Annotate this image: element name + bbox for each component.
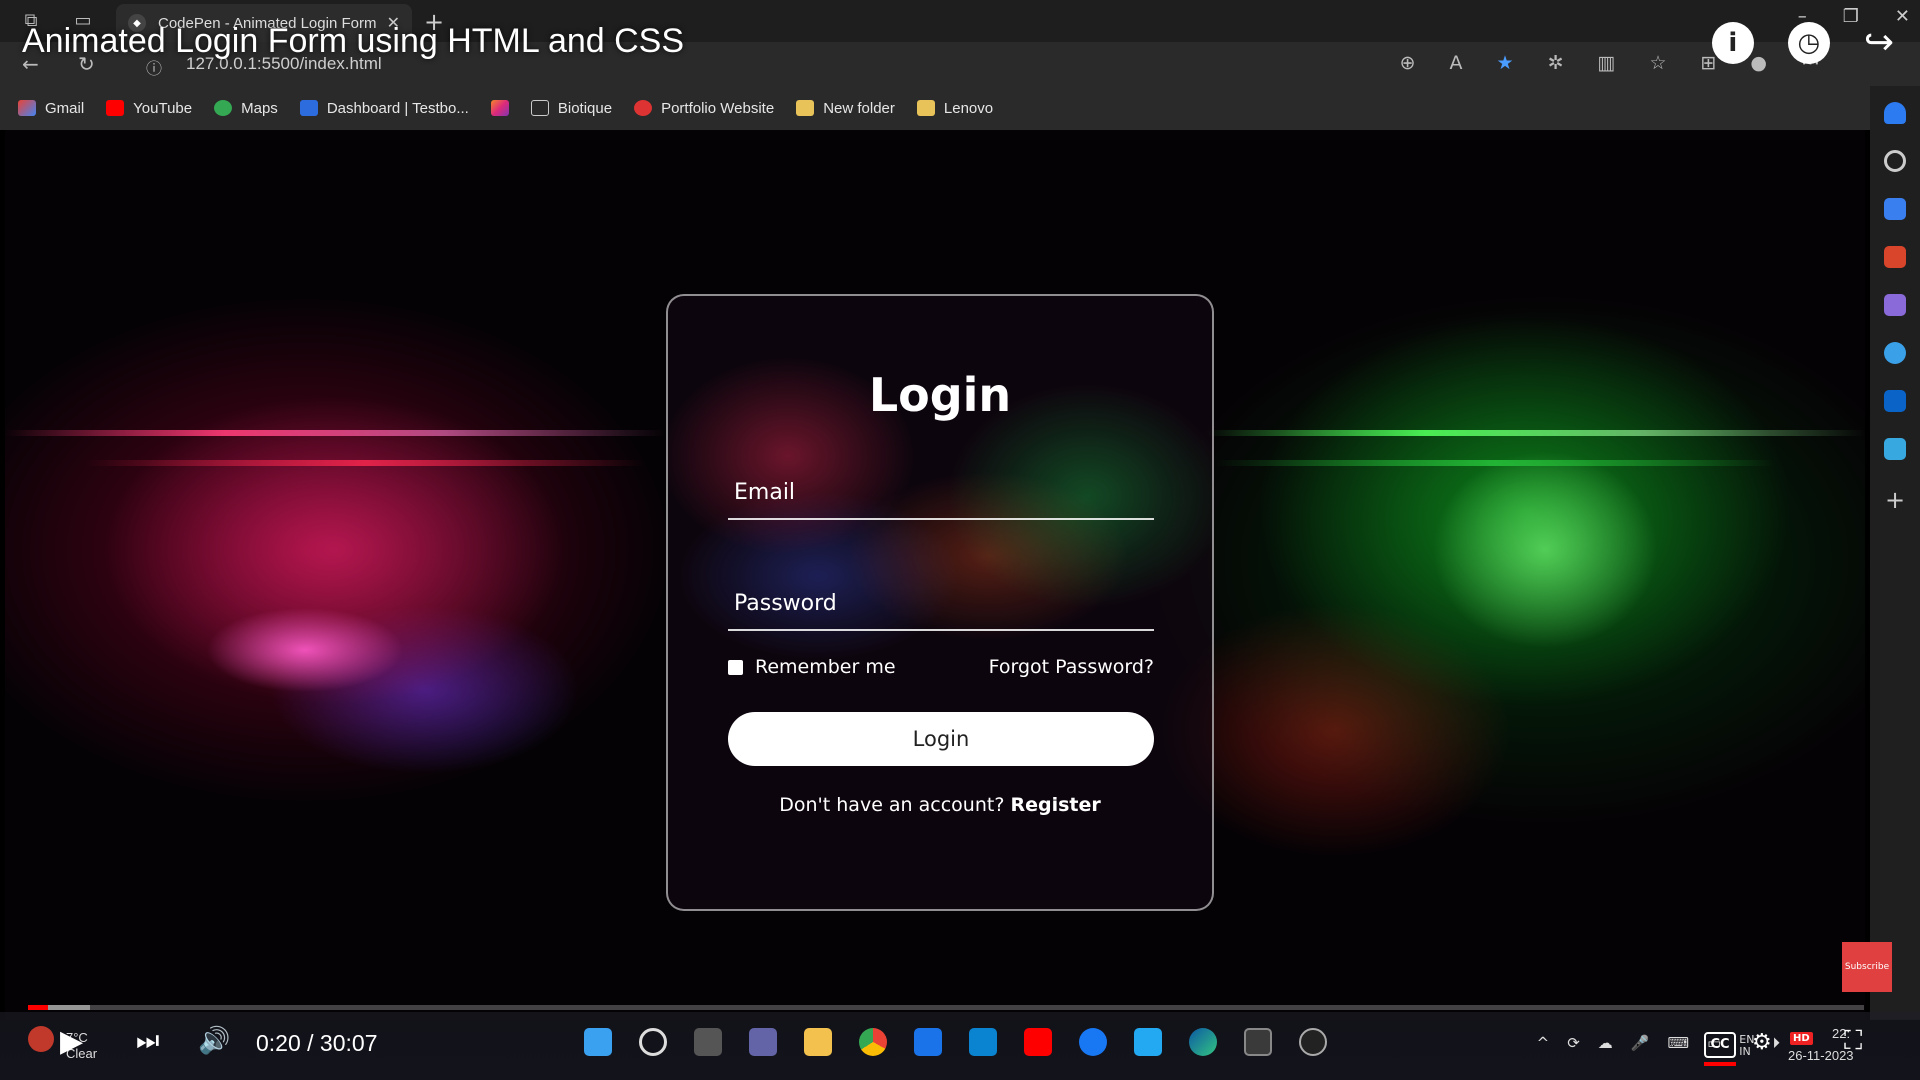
play-icon[interactable]: ▶ [60, 1024, 83, 1059]
vscode-icon[interactable] [1134, 1028, 1162, 1056]
watch-later-icon[interactable]: ◷ [1787, 22, 1830, 64]
copilot-icon[interactable] [1884, 342, 1906, 364]
sync-icon[interactable]: ⟳ [1567, 1034, 1580, 1058]
outlook-icon[interactable] [1884, 390, 1906, 412]
close-window-icon[interactable]: ✕ [1895, 6, 1910, 27]
page-icon [530, 100, 549, 116]
facebook-icon[interactable] [1079, 1028, 1107, 1056]
teams-chat-icon[interactable] [749, 1028, 777, 1056]
split-screen-icon[interactable]: ▥ [1597, 52, 1615, 74]
captions-button[interactable]: CC [1704, 1032, 1736, 1058]
folder-icon [916, 100, 935, 116]
windows-start-icon[interactable] [584, 1028, 612, 1056]
bookmark-dashboard[interactable]: Dashboard | Testbo... [299, 100, 469, 117]
taskbar-apps [584, 1028, 1327, 1056]
task-view-icon[interactable] [694, 1028, 722, 1056]
background-streak [5, 430, 665, 436]
video-overlay-actions: i ◷ ↪ [1711, 22, 1894, 64]
settings-gear-icon[interactable]: ⚙ [1752, 1030, 1772, 1055]
add-icon[interactable]: + [1885, 486, 1905, 514]
info-icon[interactable]: i [1711, 22, 1754, 64]
gmail-icon [18, 100, 36, 116]
remote-desktop-icon[interactable] [969, 1028, 997, 1056]
favorites-icon[interactable]: ☆ [1649, 52, 1666, 74]
browser-sidebar: + [1870, 86, 1920, 1020]
file-explorer-icon[interactable] [804, 1028, 832, 1056]
share-icon[interactable]: ↪ [1864, 22, 1894, 64]
edge-icon[interactable] [1189, 1028, 1217, 1056]
bookmark-portfolio[interactable]: Portfolio Website [634, 100, 774, 117]
bookmarks-bar: Gmail YouTube Maps Dashboard | Testbo...… [0, 86, 1920, 130]
bookmark-new-folder[interactable]: New folder [796, 100, 895, 117]
bookmark-maps[interactable]: Maps [214, 100, 278, 117]
bookmark-youtube[interactable]: YouTube [106, 100, 192, 117]
instagram-icon [490, 100, 509, 116]
extensions-icon[interactable]: ✲ [1548, 52, 1564, 74]
login-title: Login [868, 368, 1012, 422]
bookmark-gmail[interactable]: Gmail [18, 100, 84, 117]
mail-icon[interactable] [914, 1028, 942, 1056]
games-icon[interactable] [1884, 294, 1906, 316]
bookmark-instagram[interactable] [490, 100, 509, 116]
register-row: Don't have an account? Register [668, 794, 1212, 816]
system-tray: ^ ⟳ ☁ 🎤 ⌨ ▭ EN IN ⏵ [1537, 1034, 1780, 1058]
bookmark-lenovo[interactable]: Lenovo [916, 100, 993, 117]
login-card: Login Remember me Forgot Password? Login… [666, 294, 1214, 911]
tools-icon[interactable] [1884, 246, 1906, 268]
background-streak [85, 460, 645, 466]
register-link[interactable]: Register [1010, 794, 1100, 816]
volume-icon[interactable]: 🔊 [198, 1026, 230, 1056]
search-icon[interactable] [639, 1028, 667, 1056]
chrome-icon[interactable] [859, 1028, 887, 1056]
notifications-icon[interactable] [1884, 102, 1906, 124]
video-progress-bar[interactable] [28, 1005, 1864, 1010]
subscribe-button[interactable]: Subscribe [1842, 942, 1892, 992]
dashboard-icon [299, 100, 318, 116]
next-icon[interactable]: ⏭ [136, 1026, 159, 1057]
zoom-icon[interactable]: ⊕ [1400, 52, 1416, 74]
register-prompt: Don't have an account? [779, 794, 1005, 816]
password-input[interactable] [728, 577, 1154, 629]
autoplay-toggle-icon[interactable]: ⏵ [1772, 1034, 1780, 1058]
email-input[interactable] [728, 466, 1154, 518]
search-icon[interactable] [1884, 150, 1906, 172]
forgot-password-link[interactable]: Forgot Password? [989, 656, 1154, 678]
page-viewport: Login Remember me Forgot Password? Login… [5, 130, 1865, 1020]
video-title[interactable]: Animated Login Form using HTML and CSS [22, 22, 684, 61]
favorite-star-icon[interactable]: ★ [1497, 52, 1514, 74]
remember-checkbox[interactable] [728, 659, 743, 675]
video-controls: 7°C Clear ▶ ⏭ 🔊 0:20 / 30:07 ^ ⟳ ☁ 🎤 ⌨ ▭… [0, 1012, 1920, 1080]
video-time: 0:20 / 30:07 [256, 1030, 378, 1056]
background-streak [1215, 460, 1775, 466]
send-icon[interactable] [1884, 438, 1906, 460]
email-field-wrapper [728, 466, 1154, 520]
captions-active-indicator [1704, 1062, 1736, 1066]
youtube-icon[interactable] [1024, 1028, 1052, 1056]
progress-fill [28, 1005, 49, 1010]
terminal-icon[interactable] [1244, 1028, 1272, 1056]
read-aloud-icon[interactable]: A [1450, 52, 1463, 74]
remember-label[interactable]: Remember me [755, 656, 896, 678]
remember-row: Remember me Forgot Password? [728, 656, 1154, 678]
maps-icon [214, 100, 233, 116]
folder-icon [796, 100, 815, 116]
onedrive-icon[interactable]: ☁ [1598, 1034, 1613, 1058]
fullscreen-icon[interactable]: ⛶ [1844, 1026, 1862, 1057]
bookmark-biotique[interactable]: Biotique [530, 100, 612, 117]
obs-icon[interactable] [1299, 1028, 1327, 1056]
microphone-icon[interactable]: 🎤 [1631, 1034, 1650, 1058]
shopping-tag-icon[interactable] [1884, 198, 1906, 220]
weather-icon [28, 1026, 54, 1052]
keyboard-icon[interactable]: ⌨ [1667, 1034, 1689, 1058]
background-streak [1205, 430, 1865, 436]
tray-overflow-icon[interactable]: ^ [1537, 1034, 1550, 1058]
youtube-icon [106, 100, 125, 116]
hd-badge: HD [1790, 1032, 1813, 1045]
portfolio-icon [634, 100, 653, 116]
login-button[interactable]: Login [728, 712, 1154, 766]
remember-me: Remember me [728, 656, 896, 678]
password-field-wrapper [728, 577, 1154, 631]
